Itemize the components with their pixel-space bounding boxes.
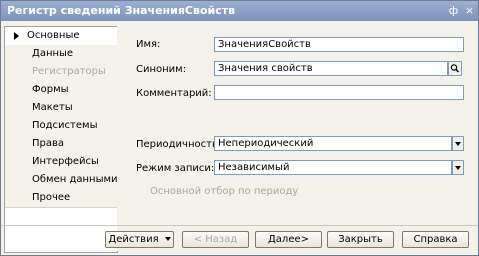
- sidebar-item-label: Обмен данными: [32, 174, 118, 185]
- periodicity-label: Периодичность:: [136, 139, 222, 150]
- period-filter-label: Основной отбор по периоду: [150, 186, 299, 197]
- sidebar-item-label: Макеты: [32, 102, 73, 113]
- write-mode-label: Режим записи:: [136, 163, 215, 174]
- name-field[interactable]: ЗначенияСвойств: [214, 37, 464, 52]
- selected-arrow-icon: [14, 32, 19, 40]
- synonym-search-button[interactable]: [448, 61, 462, 76]
- chevron-down-icon: [164, 237, 171, 241]
- sidebar-item-main[interactable]: Основные: [5, 27, 117, 46]
- sidebar-item-subsystems[interactable]: Подсистемы: [5, 117, 117, 136]
- sidebar-item-data-exchange[interactable]: Обмен данными: [5, 171, 118, 190]
- sidebar-item-label: Регистраторы: [32, 66, 106, 77]
- synonym-field[interactable]: Значения свойств: [214, 61, 448, 76]
- sidebar-item-label: Интерфейсы: [32, 156, 99, 167]
- name-label: Имя:: [136, 39, 161, 50]
- sidebar-item-label: Прочее: [32, 192, 71, 203]
- sidebar-item-label: Формы: [32, 84, 69, 95]
- window-title: Регистр сведений ЗначенияСвойств: [7, 4, 236, 17]
- help-button[interactable]: Справка: [402, 231, 469, 248]
- periodicity-select[interactable]: Непериодический: [214, 136, 452, 151]
- next-button[interactable]: Далее>: [255, 231, 322, 248]
- comment-field[interactable]: [214, 85, 464, 100]
- close-icon[interactable]: ×: [463, 4, 476, 17]
- chevron-down-icon: [455, 166, 461, 170]
- magnifier-icon: [450, 64, 459, 73]
- sidebar-item-label: Подсистемы: [32, 120, 98, 131]
- actions-button-label: Действия: [108, 234, 159, 245]
- sidebar-item-label: Права: [32, 138, 65, 149]
- sidebar-item-label: Данные: [32, 48, 74, 59]
- write-mode-dropdown-button[interactable]: [452, 160, 464, 175]
- sidebar-item-rights[interactable]: Права: [5, 135, 117, 154]
- sidebar-item-data[interactable]: Данные: [5, 45, 117, 64]
- actions-button[interactable]: Действия: [105, 231, 174, 248]
- sidebar-item-templates[interactable]: Макеты: [5, 99, 117, 118]
- sidebar-item-label: Основные: [27, 30, 80, 41]
- chevron-down-icon: [455, 142, 461, 146]
- register-window: Регистр сведений ЗначенияСвойств ф × Осн…: [0, 0, 479, 256]
- comment-label: Комментарий:: [136, 88, 212, 99]
- sidebar-item-interfaces[interactable]: Интерфейсы: [5, 153, 117, 172]
- pin-icon[interactable]: ф: [447, 4, 460, 17]
- properties-panel: Имя: ЗначенияСвойств Синоним: Значения с…: [117, 26, 471, 251]
- write-mode-select[interactable]: Независимый: [214, 160, 452, 175]
- sidebar: Основные Данные Регистраторы Формы Макет…: [4, 26, 118, 253]
- footer-separator: [1, 225, 478, 226]
- close-button[interactable]: Закрыть: [327, 231, 394, 248]
- back-button: < Назад: [182, 231, 249, 248]
- sidebar-item-registrators: Регистраторы: [5, 63, 117, 82]
- periodicity-dropdown-button[interactable]: [452, 136, 464, 151]
- title-bar[interactable]: Регистр сведений ЗначенияСвойств ф ×: [1, 1, 478, 21]
- sidebar-item-forms[interactable]: Формы: [5, 81, 117, 100]
- synonym-label: Синоним:: [136, 64, 187, 75]
- sidebar-item-other[interactable]: Прочее: [5, 189, 117, 208]
